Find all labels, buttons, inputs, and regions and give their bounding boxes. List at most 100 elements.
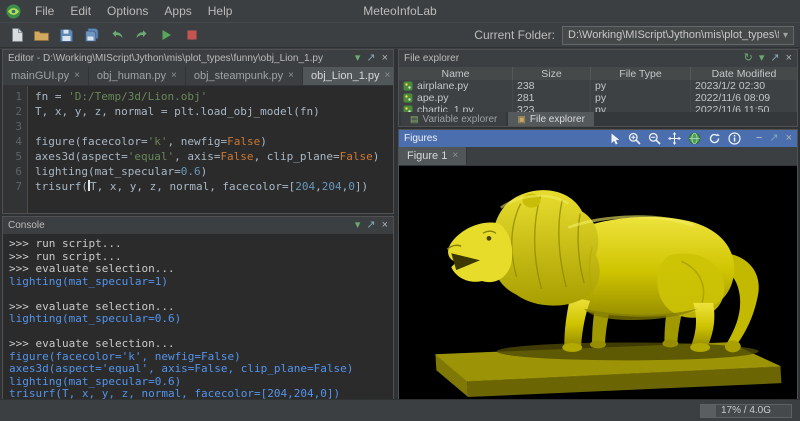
figures-panel-header: Figures −↗× [399, 130, 797, 147]
globe-icon[interactable] [688, 132, 701, 145]
float-icon[interactable]: ↗ [770, 53, 779, 64]
current-folder-combobox[interactable]: D:\Working\MIScript\Jython\mis\plot_type… [562, 26, 794, 45]
tab-close-icon[interactable]: × [385, 71, 391, 81]
menu-help[interactable]: Help [200, 3, 241, 19]
file-type: py [591, 104, 691, 112]
zoom-in-icon[interactable] [628, 132, 641, 145]
code-line: fn = 'D:/Temp/3d/Lion.obj' [35, 89, 393, 104]
refresh-icon[interactable]: ↻ [744, 53, 753, 64]
float-icon[interactable]: ↗ [769, 133, 778, 144]
memory-indicator[interactable]: 17% / 4.0G [700, 404, 792, 418]
tab-label: obj_human.py [97, 70, 166, 82]
console-prompt: >>> [9, 237, 36, 250]
editor-tab-obj-lion-1-py[interactable]: obj_Lion_1.py × [303, 67, 394, 85]
combo-arrow-icon[interactable]: ▾ [779, 30, 788, 41]
figure-tabstrip: Figure 1× [399, 147, 797, 166]
file-row-airplane-py[interactable]: airplane.py238py2023/1/2 02:30 [399, 80, 797, 92]
float-icon[interactable]: ↗ [366, 53, 375, 64]
file-name: ape.py [417, 92, 449, 104]
main-area: Editor - D:\Working\MIScript\Jython\mis\… [0, 49, 800, 399]
editor-tab-obj-steampunk-py[interactable]: obj_steampunk.py× [186, 67, 303, 85]
minimize-icon[interactable]: − [756, 133, 762, 144]
panel-tab-variable-explorer[interactable]: ▤ Variable explorer [401, 112, 506, 126]
tab-label: File explorer [530, 114, 585, 125]
save-file-icon[interactable] [56, 25, 77, 46]
code-line: lighting(mat_specular=0.6) [35, 164, 393, 179]
tab-label: mainGUI.py [11, 70, 69, 82]
editor-header-icons: ▾ ↗ × [355, 53, 388, 64]
close-icon[interactable]: × [786, 133, 792, 144]
close-icon[interactable]: × [382, 220, 388, 231]
chevron-down-icon[interactable]: ▾ [355, 53, 361, 64]
explorer-panel-tabs: ▤ Variable explorer ▣File explorer [399, 112, 797, 126]
save-all-icon[interactable] [81, 25, 102, 46]
undo-icon[interactable] [106, 25, 127, 46]
file-type: py [591, 80, 691, 92]
console-line: trisurf(T, x, y, z, normal, facecolor=[2… [9, 388, 393, 399]
code-editor[interactable]: 1234567 fn = 'D:/Temp/3d/Lion.obj'T, x, … [3, 86, 393, 213]
column-header-date-modified[interactable]: Date Modified [691, 67, 797, 80]
close-icon[interactable]: × [382, 53, 388, 64]
tab-label: obj_Lion_1.py [311, 70, 380, 82]
status-bar: 17% / 4.0G [0, 399, 800, 421]
menu-file[interactable]: File [27, 3, 62, 19]
editor-tab-maingui-py[interactable]: mainGUI.py × [3, 67, 89, 85]
meteoinfo-logo-icon [6, 3, 22, 19]
close-icon[interactable]: × [786, 53, 792, 64]
console-output[interactable]: >>> run script...>>> run script...>>> ev… [3, 234, 393, 399]
chevron-down-icon[interactable]: ▾ [759, 53, 765, 64]
console-prompt: >>> [9, 300, 36, 313]
tab-label: Variable explorer [423, 114, 498, 125]
file-explorer-panel: File explorer ↻ ▾ ↗ × NameSizeFile TypeDate… [398, 49, 798, 127]
run-script-icon[interactable] [156, 25, 177, 46]
console-prompt: >>> [9, 250, 36, 263]
menu-edit[interactable]: Edit [62, 3, 99, 19]
select-arrow-icon[interactable] [610, 133, 621, 145]
tab-close-icon[interactable]: × [452, 151, 458, 161]
code-content[interactable]: fn = 'D:/Temp/3d/Lion.obj'T, x, y, z, no… [28, 86, 393, 213]
current-folder-group: Current Folder: D:\Working\MIScript\Jyth… [474, 26, 794, 45]
editor-tab-obj-human-py[interactable]: obj_human.py × [89, 67, 186, 85]
file-date-modified: 2022/11/6 11:50 [691, 104, 797, 112]
tab-close-icon[interactable]: × [288, 71, 294, 81]
file-row-ape-py[interactable]: ape.py281py2022/11/6 08:09 [399, 92, 797, 104]
redo-icon[interactable] [131, 25, 152, 46]
console-panel-header: Console ▾ ↗ × [3, 217, 393, 234]
file-type: py [591, 92, 691, 104]
file-date-modified: 2022/11/6 08:09 [691, 92, 797, 104]
file-explorer-header-icons: ↻ ▾ ↗ × [744, 53, 792, 64]
figure-canvas[interactable] [399, 166, 797, 399]
main-toolbar: Current Folder: D:\Working\MIScript\Jyth… [0, 22, 800, 48]
column-header-size[interactable]: Size [513, 67, 591, 80]
tab-close-icon[interactable]: × [171, 71, 177, 81]
stop-icon[interactable] [181, 25, 202, 46]
figure-tab-figure-1[interactable]: Figure 1× [399, 147, 467, 165]
pan-icon[interactable] [668, 132, 681, 145]
open-file-icon[interactable] [31, 25, 52, 46]
column-header-name[interactable]: Name [399, 67, 513, 80]
grid-icon: ▤ [410, 115, 419, 124]
editor-panel: Editor - D:\Working\MIScript\Jython\mis\… [2, 49, 394, 214]
line-number: 7 [3, 179, 22, 194]
meteoinfolab-window: FileEditOptionsAppsHelp MeteoInfoLab Cur… [0, 0, 800, 421]
menu-apps[interactable]: Apps [156, 3, 199, 19]
chevron-down-icon[interactable]: ▾ [355, 220, 361, 231]
menu-options[interactable]: Options [99, 3, 156, 19]
console-panel-title: Console [8, 220, 45, 231]
float-icon[interactable]: ↗ [366, 220, 375, 231]
editor-panel-header: Editor - D:\Working\MIScript\Jython\mis\… [3, 50, 393, 67]
column-header-file-type[interactable]: File Type [591, 67, 691, 80]
info-icon[interactable] [728, 132, 741, 145]
file-table: NameSizeFile TypeDate Modified airplane.… [399, 67, 797, 112]
figures-window-controls: −↗ × [756, 133, 792, 144]
zoom-out-icon[interactable] [648, 132, 661, 145]
line-number: 4 [3, 134, 22, 149]
new-file-icon[interactable] [6, 25, 27, 46]
panel-tab-file-explorer[interactable]: ▣File explorer [508, 112, 594, 126]
lion-3d-render [399, 166, 797, 399]
tab-close-icon[interactable]: × [74, 71, 80, 81]
code-line: figure(facecolor='k', newfig=False) [35, 134, 393, 149]
rotate-icon[interactable] [708, 132, 721, 145]
line-number: 2 [3, 104, 22, 119]
file-row-chartic-1-py[interactable]: chartic_1.py323py2022/11/6 11:50 [399, 104, 797, 112]
